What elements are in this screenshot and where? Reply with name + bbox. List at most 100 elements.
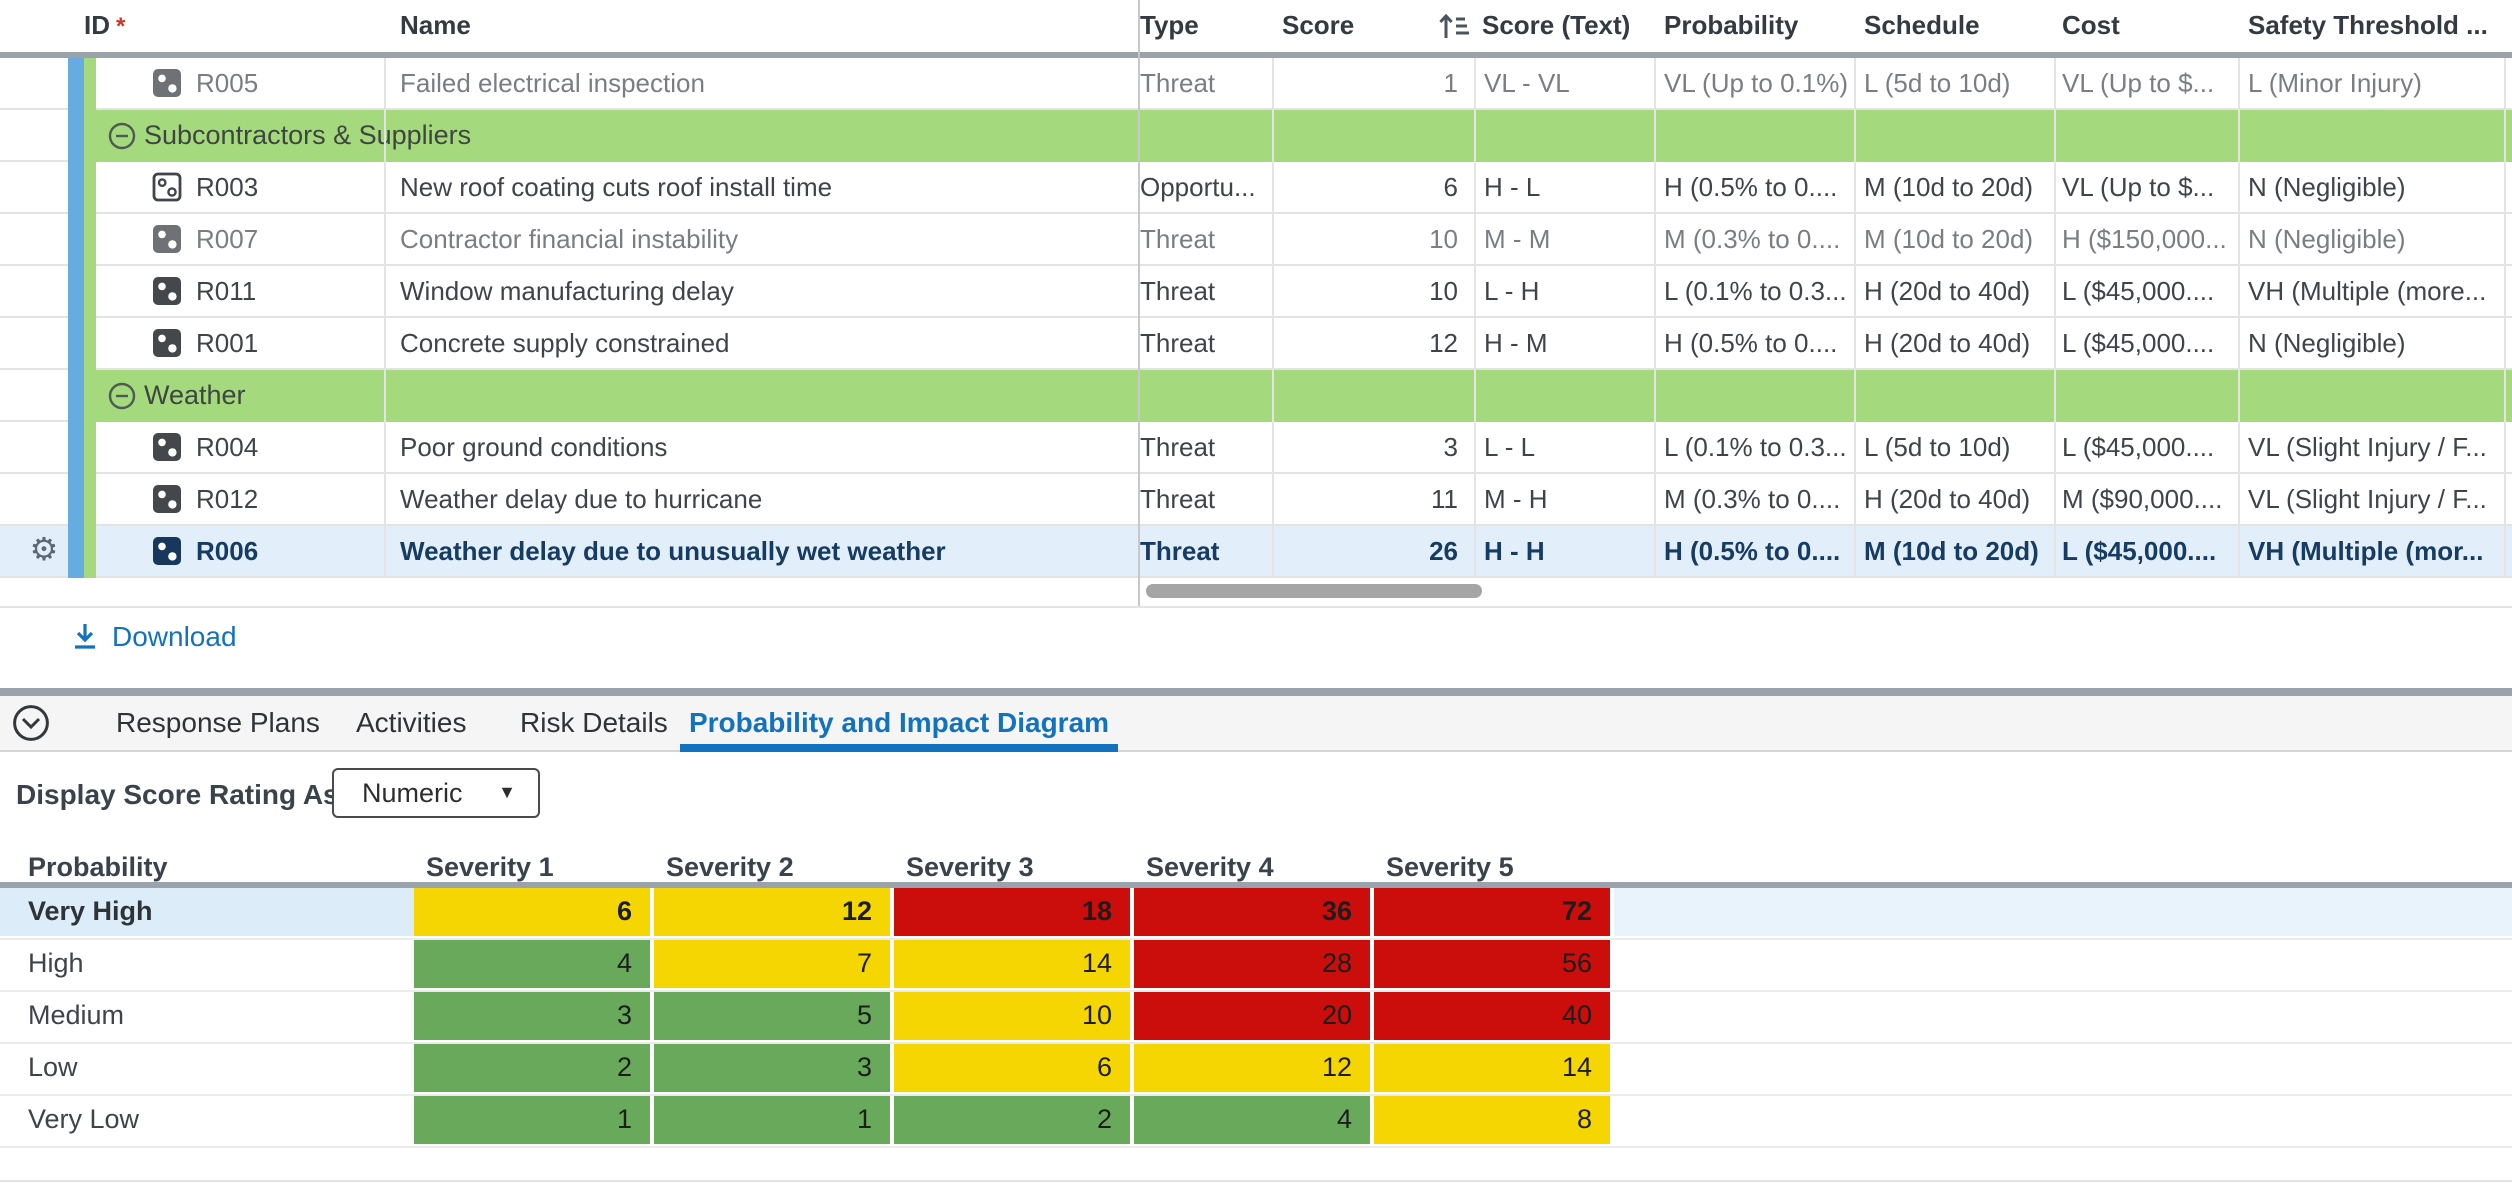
score-rating-dropdown[interactable]: Numeric ▼ (332, 768, 540, 818)
horizontal-scrollbar-thumb[interactable] (1146, 584, 1482, 598)
risk-row[interactable]: R011 Window manufacturing delay Threat 10 L … (0, 266, 2512, 318)
col-header-score-text[interactable]: Score (Text) (1482, 0, 1630, 52)
cell-probability: H (0.5% to 0.... (1664, 318, 1837, 368)
threat-icon (152, 224, 182, 254)
cell-id: R006 (152, 526, 258, 576)
group-row[interactable]: Weather (0, 370, 2512, 422)
cell-probability: M (0.3% to 0.... (1664, 474, 1840, 524)
col-header-probability[interactable]: Probability (1664, 0, 1798, 52)
tab-response-plans[interactable]: Response Plans (116, 695, 320, 749)
matrix-cell[interactable]: 7 (654, 940, 890, 988)
cell-cost: L ($45,000.... (2062, 526, 2216, 576)
risk-row[interactable]: R004Poor ground conditionsThreat3L - LL … (0, 422, 2512, 474)
matrix-cell[interactable]: 20 (1134, 992, 1370, 1040)
matrix-probability-label[interactable]: Very Low (0, 1096, 414, 1144)
cell-name: Window manufacturing delay (400, 266, 734, 316)
matrix-cell[interactable]: 3 (654, 1044, 890, 1092)
risk-row[interactable]: R003New roof coating cuts roof install t… (0, 162, 2512, 214)
matrix-cell[interactable]: 2 (414, 1044, 650, 1092)
risk-rows: R005Failed electrical inspectionThreat1V… (0, 58, 2512, 578)
download-button[interactable]: Download (72, 616, 237, 656)
risk-row[interactable]: R001Concrete supply constrainedThreat12H… (0, 318, 2512, 370)
col-header-score[interactable]: Score (1282, 0, 1354, 52)
col-header-name[interactable]: Name (400, 0, 471, 52)
cell-type: Threat (1140, 474, 1215, 524)
column-divider (1474, 58, 1476, 578)
matrix-cell[interactable]: 6 (414, 888, 650, 936)
collapse-group-icon[interactable] (108, 122, 136, 150)
matrix-cell[interactable]: 2 (894, 1096, 1130, 1144)
cell-type: Threat (1140, 266, 1215, 316)
collapse-panel-icon[interactable] (12, 703, 50, 741)
matrix-probability-label[interactable]: Very High (0, 888, 414, 936)
matrix-cell[interactable]: 12 (1134, 1044, 1370, 1092)
matrix-cell[interactable]: 1 (414, 1096, 650, 1144)
matrix-cell[interactable]: 18 (894, 888, 1130, 936)
risk-id-text: R011 (196, 266, 256, 316)
matrix-cell[interactable]: 56 (1374, 940, 1610, 988)
probability-impact-matrix: Very High612183672High47142856Medium3510… (0, 888, 2512, 1148)
matrix-cell[interactable]: 40 (1374, 992, 1610, 1040)
col-header-cost[interactable]: Cost (2062, 0, 2120, 52)
matrix-cell[interactable]: 8 (1374, 1096, 1610, 1144)
matrix-cell[interactable]: 36 (1134, 888, 1370, 936)
matrix-probability-label[interactable]: High (0, 940, 414, 988)
matrix-cell[interactable]: 10 (894, 992, 1130, 1040)
col-header-type[interactable]: Type (1140, 0, 1199, 52)
frozen-pane-splitter[interactable] (1137, 0, 1139, 606)
matrix-row: Low2361214 (0, 1044, 2512, 1096)
cell-score-text: L - H (1484, 266, 1539, 316)
cell-probability: VL (Up to 0.1%) (1664, 58, 1848, 108)
matrix-cell[interactable]: 14 (894, 940, 1130, 988)
cell-safety-threshold: L (Minor Injury) (2248, 58, 2422, 108)
cell-score: 26 (1272, 526, 1458, 576)
cell-probability: H (0.5% to 0.... (1664, 526, 1840, 576)
cell-score-text: H - H (1484, 526, 1545, 576)
row-actions-gear-icon[interactable]: ⚙ (22, 528, 66, 576)
cell-safety-threshold: VH (Multiple (mor... (2248, 526, 2483, 576)
risk-row[interactable]: ⚙ R006 Weather delay due to unusually wet … (0, 526, 2512, 578)
matrix-probability-label[interactable]: Medium (0, 992, 414, 1040)
threat-icon (152, 276, 182, 306)
matrix-cell[interactable]: 4 (414, 940, 650, 988)
col-header-id[interactable]: ID* (84, 0, 125, 52)
cell-score: 10 (1272, 266, 1458, 316)
matrix-cell[interactable]: 28 (1134, 940, 1370, 988)
collapse-group-icon[interactable] (108, 382, 136, 410)
col-header-schedule[interactable]: Schedule (1864, 0, 1980, 52)
cell-probability: M (0.3% to 0.... (1664, 214, 1840, 264)
cell-safety-threshold: N (Negligible) (2248, 214, 2406, 264)
risk-id-text: R004 (196, 422, 258, 472)
matrix-cell[interactable]: 1 (654, 1096, 890, 1144)
tab-probability-impact-diagram[interactable]: Probability and Impact Diagram (680, 695, 1118, 749)
matrix-cell[interactable]: 14 (1374, 1044, 1610, 1092)
column-divider (384, 58, 386, 578)
col-header-safety-threshold[interactable]: Safety Threshold ... (2248, 0, 2488, 52)
matrix-cell[interactable]: 72 (1374, 888, 1610, 936)
matrix-row: High47142856 (0, 940, 2512, 992)
matrix-cell[interactable]: 4 (1134, 1096, 1370, 1144)
group-row[interactable]: Subcontractors & Suppliers (0, 110, 2512, 162)
matrix-cell[interactable]: 12 (654, 888, 890, 936)
cell-safety-threshold: N (Negligible) (2248, 162, 2406, 212)
column-divider (2238, 58, 2240, 578)
chevron-down-icon: ▼ (498, 770, 516, 816)
matrix-cell[interactable]: 3 (414, 992, 650, 1040)
matrix-cell[interactable]: 5 (654, 992, 890, 1040)
tab-risk-details[interactable]: Risk Details (520, 695, 668, 749)
risk-row[interactable]: R012Weather delay due to hurricaneThreat… (0, 474, 2512, 526)
threat-icon (152, 432, 182, 462)
cell-cost: L ($45,000.... (2062, 422, 2214, 472)
matrix-row: Very Low11248 (0, 1096, 2512, 1148)
cell-type: Threat (1140, 422, 1215, 472)
cell-cost: L ($45,000.... (2062, 318, 2214, 368)
risk-id-text: R003 (196, 162, 258, 212)
risk-row[interactable]: R007Contractor financial instabilityThre… (0, 214, 2512, 266)
matrix-probability-label[interactable]: Low (0, 1044, 414, 1092)
risk-row[interactable]: R005Failed electrical inspectionThreat1V… (0, 58, 2512, 110)
cell-name: Weather delay due to unusually wet weath… (400, 526, 946, 576)
matrix-cell[interactable]: 6 (894, 1044, 1130, 1092)
cell-safety-threshold: VL (Slight Injury / F... (2248, 422, 2487, 472)
tab-activities[interactable]: Activities (356, 695, 466, 749)
cell-id: R007 (152, 214, 258, 264)
